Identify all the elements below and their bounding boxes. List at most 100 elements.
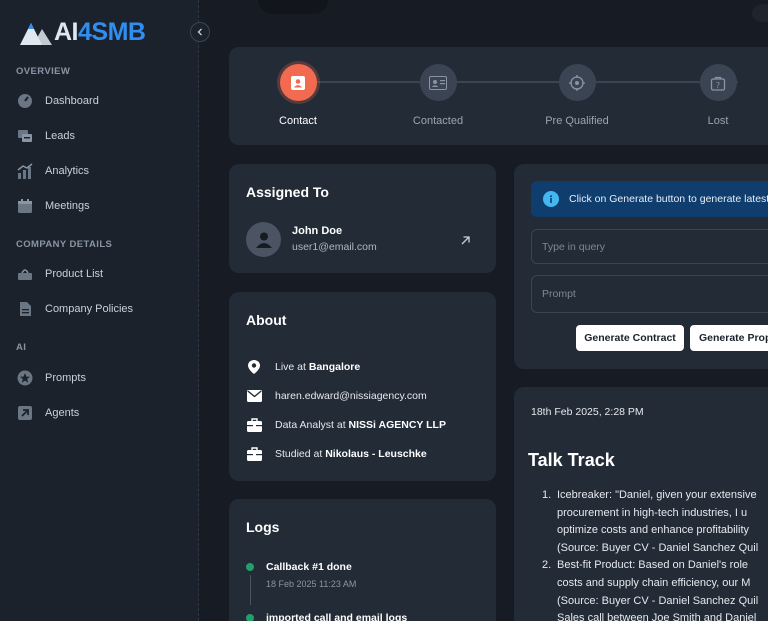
generate-proposal-button[interactable]: Generate Proposal xyxy=(690,325,768,351)
list-item-line: Icebreaker: "Daniel, given your extensiv… xyxy=(557,489,757,501)
prompt-input[interactable] xyxy=(542,288,768,300)
sidebar-item-analytics[interactable]: Analytics xyxy=(16,159,186,183)
query-input[interactable] xyxy=(542,240,768,253)
log-entry-time: 18 Feb 2025 11:23 AM xyxy=(266,579,357,589)
step-label: Lost xyxy=(707,115,729,127)
sidebar-item-prompts[interactable]: Prompts xyxy=(16,366,186,390)
info-banner: Click on Generate button to generate lat… xyxy=(531,181,768,217)
section-overview: OVERVIEW xyxy=(16,66,71,77)
step-label: Contacted xyxy=(412,115,464,127)
generate-panel: Click on Generate button to generate lat… xyxy=(514,164,768,369)
list-item: 1. Icebreaker: "Daniel, given your exten… xyxy=(542,487,768,557)
talk-track-list: 1. Icebreaker: "Daniel, given your exten… xyxy=(542,487,768,621)
chevron-left-icon xyxy=(197,28,202,36)
briefcase-icon xyxy=(246,417,262,433)
header-avatar-fragment[interactable] xyxy=(752,4,768,22)
assigned-title: Assigned To xyxy=(246,184,329,200)
sidebar-item-company-policies[interactable]: Company Policies xyxy=(16,297,186,321)
step-pre-qualified[interactable]: Pre Qualified xyxy=(527,64,627,127)
sidebar-item-label: Meetings xyxy=(45,200,90,212)
location-prefix: Live at xyxy=(275,361,309,373)
sidebar-item-label: Agents xyxy=(45,407,80,419)
sidebar-item-product-list[interactable]: Product List xyxy=(16,262,186,286)
education-prefix: Studied at xyxy=(275,448,326,460)
job-prefix: Data Analyst at xyxy=(275,419,349,431)
status-stepper: Contact Contacted Pre Qualified ? Lost xyxy=(229,47,768,145)
arrow-up-right-icon xyxy=(461,236,470,245)
briefcase-icon xyxy=(246,446,262,462)
brand-logo[interactable]: AI4SMB xyxy=(20,17,146,47)
open-assignee-button[interactable] xyxy=(460,233,471,251)
sidebar-item-label: Product List xyxy=(45,268,104,280)
list-item-line: optimize costs and enhance profitability xyxy=(557,524,749,537)
location-pin-icon xyxy=(246,359,262,375)
info-text: Click on Generate button to generate lat… xyxy=(569,193,768,205)
list-item-line: (Source: Buyer CV - Daniel Sanchez Quil xyxy=(557,541,759,554)
assignee-email: user1@email.com xyxy=(292,241,377,253)
chat-icon xyxy=(16,128,33,145)
list-item-line: (Source: Buyer CV - Daniel Sanchez Quil xyxy=(557,594,759,607)
log-status-dot xyxy=(246,563,254,571)
talk-track-date: 18th Feb 2025, 2:28 PM xyxy=(531,406,644,418)
step-lost[interactable]: ? Lost xyxy=(668,64,768,127)
list-item: 2. Best-fit Product: Based on Daniel's r… xyxy=(542,557,768,621)
assigned-to-card: Assigned To John Doe user1@email.com xyxy=(229,164,496,273)
logs-title: Logs xyxy=(246,519,280,535)
collapse-sidebar-button[interactable] xyxy=(190,22,210,42)
document-icon xyxy=(16,301,33,318)
sidebar: AI4SMB OVERVIEW Dashboard Leads Analytic… xyxy=(0,0,199,621)
log-timeline xyxy=(249,575,251,605)
user-icon xyxy=(255,232,272,248)
list-item-line: Sales call between Joe Smith and Daniel xyxy=(557,612,757,621)
assignee-name: John Doe xyxy=(292,225,343,237)
contact-card-icon xyxy=(279,64,317,101)
step-contacted[interactable]: Contacted xyxy=(388,64,488,127)
lost-bag-icon: ? xyxy=(699,64,737,101)
gauge-icon xyxy=(16,93,33,110)
about-title: About xyxy=(246,312,287,328)
star-icon xyxy=(16,370,33,387)
avatar xyxy=(246,222,281,257)
list-item-line: procurement in high-tech industries, I u xyxy=(557,506,748,519)
brand-name: AI4SMB xyxy=(54,17,146,47)
talk-track-title: Talk Track xyxy=(528,450,615,470)
about-location: Live at Bangalore xyxy=(246,359,360,375)
log-status-dot xyxy=(246,614,254,621)
section-ai: AI xyxy=(16,342,27,353)
about-job: Data Analyst at NISSi AGENCY LLP xyxy=(246,417,446,433)
mountain-logo-icon xyxy=(20,23,52,45)
brand-part-4smb: 4SMB xyxy=(78,17,146,46)
sidebar-item-label: Analytics xyxy=(45,165,90,177)
school-value: Nikolaus - Leuschke xyxy=(325,448,427,460)
id-card-icon xyxy=(419,64,457,101)
list-item-number: 2. xyxy=(542,559,552,572)
location-value: Bangalore xyxy=(308,361,361,373)
log-entry-title: Callback #1 done xyxy=(266,561,352,573)
list-item-line: Best-fit Product: Based on Daniel's role xyxy=(557,559,749,572)
step-contact[interactable]: Contact xyxy=(248,64,348,127)
log-entry-title: imported call and email logs xyxy=(266,612,408,621)
about-education: Studied at Nikolaus - Leuschke xyxy=(246,446,427,462)
sidebar-item-dashboard[interactable]: Dashboard xyxy=(16,89,186,113)
prompt-field[interactable] xyxy=(531,275,768,313)
query-field[interactable] xyxy=(531,229,768,264)
generate-contract-button[interactable]: Generate Contract xyxy=(576,325,684,351)
mail-icon xyxy=(246,388,262,404)
info-icon xyxy=(543,191,559,207)
basket-icon xyxy=(16,266,33,283)
brand-part-ai: AI xyxy=(54,17,79,46)
sidebar-item-agents[interactable]: Agents xyxy=(16,401,186,425)
about-email: haren.edward@nissiagency.com xyxy=(246,388,427,404)
step-label: Pre Qualified xyxy=(545,115,609,127)
target-icon xyxy=(558,64,596,101)
about-card: About Live at Bangalore haren.edward@nis… xyxy=(229,292,496,481)
sidebar-item-leads[interactable]: Leads xyxy=(16,124,186,148)
list-item-line: costs and supply chain efficiency, our M xyxy=(557,576,751,589)
calendar-icon xyxy=(16,198,33,215)
step-label: Contact xyxy=(279,115,317,127)
logs-card: Logs Callback #1 done 18 Feb 2025 11:23 … xyxy=(229,499,496,621)
email-value: haren.edward@nissiagency.com xyxy=(275,390,427,402)
list-item-number: 1. xyxy=(542,489,552,501)
section-company-details: COMPANY DETAILS xyxy=(16,239,113,250)
sidebar-item-meetings[interactable]: Meetings xyxy=(16,194,186,218)
